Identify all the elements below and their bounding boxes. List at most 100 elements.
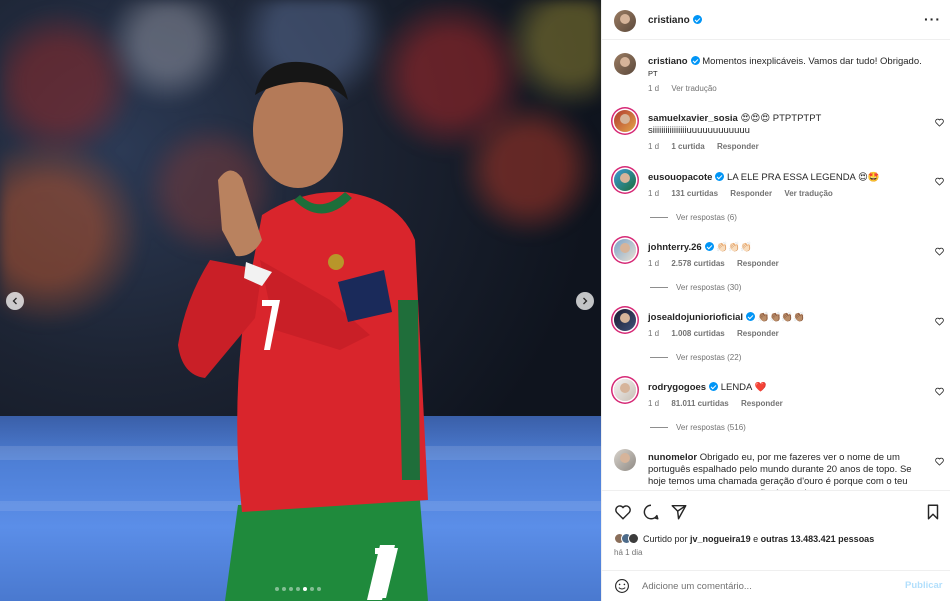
commenter-avatar[interactable] (614, 449, 636, 471)
reply-button[interactable]: Responder (717, 142, 759, 151)
verified-badge-icon (709, 382, 719, 391)
author-username-text[interactable]: cristiano (648, 15, 690, 26)
comment-body: LA ELE PRA ESSA LEGENDA 😍🤩 (727, 172, 880, 183)
commenter-username[interactable]: johnterry.26 (648, 242, 702, 253)
replies-divider (650, 287, 668, 288)
add-comment-bar: Publicar (602, 570, 950, 601)
caption-username[interactable]: cristiano (648, 56, 688, 67)
commenter-username[interactable]: nunomelor (648, 452, 697, 463)
view-replies-label[interactable]: Ver respostas (516) (676, 423, 746, 432)
liked-by-text: Curtido por jv_nogueira19 e outras 13.48… (643, 534, 874, 544)
like-comment-heart-icon[interactable] (935, 118, 944, 127)
comment-age: 1 d (648, 189, 660, 198)
like-comment-heart-icon[interactable] (935, 247, 944, 256)
view-replies-button[interactable]: Ver respostas (516) (650, 423, 746, 432)
likes-count[interactable]: outras 13.483.421 pessoas (761, 534, 875, 544)
comment-likes[interactable]: 81.011 curtidas (671, 399, 728, 408)
reply-button[interactable]: Responder (737, 259, 779, 268)
caption-body: Momentos inexplicáveis. Vamos dar tudo! … (702, 56, 922, 67)
commenter-username[interactable]: rodrygogoes (648, 382, 706, 393)
comment-text: rodrygogoes LENDA ❤️ (648, 382, 928, 394)
comment-translate-link[interactable]: Ver tradução (784, 189, 832, 198)
post-timestamp[interactable]: há 1 dia (614, 548, 642, 557)
comment-text: eusouopacote LA ELE PRA ESSA LEGENDA 😍🤩 (648, 172, 928, 184)
view-replies-button[interactable]: Ver respostas (30) (650, 283, 741, 292)
post-media[interactable] (0, 0, 601, 601)
carousel-dot (296, 587, 300, 591)
reply-button[interactable]: Responder (737, 329, 779, 338)
liked-by-username[interactable]: jv_nogueira19 (690, 534, 751, 544)
share-send-icon[interactable] (670, 503, 688, 521)
comments-list[interactable]: cristiano Momentos inexplicáveis. Vamos … (602, 41, 950, 490)
like-heart-icon[interactable] (614, 503, 632, 521)
comment-body-line2: siiiiiiiiiiiiiiiiuuuuuuuuuuuu (648, 125, 750, 136)
reply-button[interactable]: Responder (730, 189, 772, 198)
author-avatar[interactable] (614, 10, 636, 32)
commenter-avatar[interactable] (614, 110, 636, 132)
replies-divider (650, 217, 668, 218)
comment-meta: 1 d 2.578 curtidas Responder (648, 259, 789, 268)
comment-age: 1 d (648, 142, 660, 151)
comment-meta: 1 d 81.011 curtidas Responder (648, 399, 793, 408)
replies-divider (650, 357, 668, 358)
comment-meta: 1 d 1.008 curtidas Responder (648, 329, 789, 338)
carousel-next-button[interactable] (576, 292, 594, 310)
commenter-avatar[interactable] (614, 309, 636, 331)
view-replies-label[interactable]: Ver respostas (6) (676, 213, 737, 222)
comment-body: 😍😍😍 PTPTPTPT (740, 113, 822, 124)
comment-text: josealdojuniorioficial 👏🏽👏🏽👏🏽👏🏽 (648, 312, 928, 324)
carousel-prev-button[interactable] (6, 292, 24, 310)
comment-body: 👏🏻👏🏻👏🏻 (716, 242, 752, 253)
publish-button[interactable]: Publicar (905, 580, 943, 591)
commenter-username[interactable]: samuelxavier_sosia (648, 113, 738, 124)
view-replies-button[interactable]: Ver respostas (22) (650, 353, 741, 362)
post-side-panel: cristiano ··· cristiano Momentos inexpli… (601, 0, 950, 601)
comment-age: 1 d (648, 399, 660, 408)
comment-likes[interactable]: 2.578 curtidas (671, 259, 724, 268)
comment-text: samuelxavier_sosia 😍😍😍 PTPTPTPT siiiiiii… (648, 113, 928, 137)
comment-input[interactable] (642, 578, 882, 594)
commenter-avatar[interactable] (614, 379, 636, 401)
like-comment-heart-icon[interactable] (935, 177, 944, 186)
liked-by-row[interactable]: Curtido por jv_nogueira19 e outras 13.48… (614, 533, 874, 544)
commenter-avatar[interactable] (614, 239, 636, 261)
carousel-dot (275, 587, 279, 591)
chevron-right-icon (583, 297, 588, 305)
verified-badge-icon (715, 172, 725, 181)
carousel-dot (310, 587, 314, 591)
like-comment-heart-icon[interactable] (935, 457, 944, 466)
verified-badge-icon (704, 242, 714, 251)
comment-likes[interactable]: 131 curtidas (671, 189, 718, 198)
carousel-dot (282, 587, 286, 591)
post-modal: cristiano ··· cristiano Momentos inexpli… (0, 0, 950, 601)
like-comment-heart-icon[interactable] (935, 387, 944, 396)
post-header: cristiano ··· (602, 0, 950, 40)
comment-bubble-icon[interactable] (642, 503, 660, 521)
emoji-smiley-icon[interactable] (614, 578, 630, 594)
view-replies-label[interactable]: Ver respostas (30) (676, 283, 741, 292)
commenter-username[interactable]: eusouopacote (648, 172, 712, 183)
liked-by-conjunction: e (753, 533, 759, 544)
ellipsis-icon[interactable]: ··· (924, 12, 941, 26)
comment-text: nunomelor Obrigado eu, por me fazeres ve… (648, 452, 926, 490)
author-avatar[interactable] (614, 53, 636, 75)
author-username[interactable]: cristiano (648, 15, 702, 26)
comment-age: 1 d (648, 259, 660, 268)
caption-translate-link[interactable]: Ver tradução (671, 84, 716, 93)
liked-by-prefix: Curtido por (643, 533, 688, 544)
reply-button[interactable]: Responder (741, 399, 783, 408)
caption-age: 1 d (648, 84, 660, 93)
caption-meta: 1 d Ver tradução (648, 84, 727, 93)
comment-age: 1 d (648, 329, 660, 338)
commenter-username[interactable]: josealdojuniorioficial (648, 312, 743, 323)
view-replies-label[interactable]: Ver respostas (22) (676, 353, 741, 362)
comment-likes[interactable]: 1.008 curtidas (671, 329, 724, 338)
comment-body: LENDA ❤️ (720, 382, 767, 393)
comment-likes[interactable]: 1 curtida (671, 142, 704, 151)
view-replies-button[interactable]: Ver respostas (6) (650, 213, 737, 222)
comment-text: johnterry.26 👏🏻👏🏻👏🏻 (648, 242, 928, 254)
comment-meta: 1 d 1 curtida Responder (648, 142, 769, 151)
like-comment-heart-icon[interactable] (935, 317, 944, 326)
commenter-avatar[interactable] (614, 169, 636, 191)
bookmark-save-icon[interactable] (924, 503, 942, 521)
